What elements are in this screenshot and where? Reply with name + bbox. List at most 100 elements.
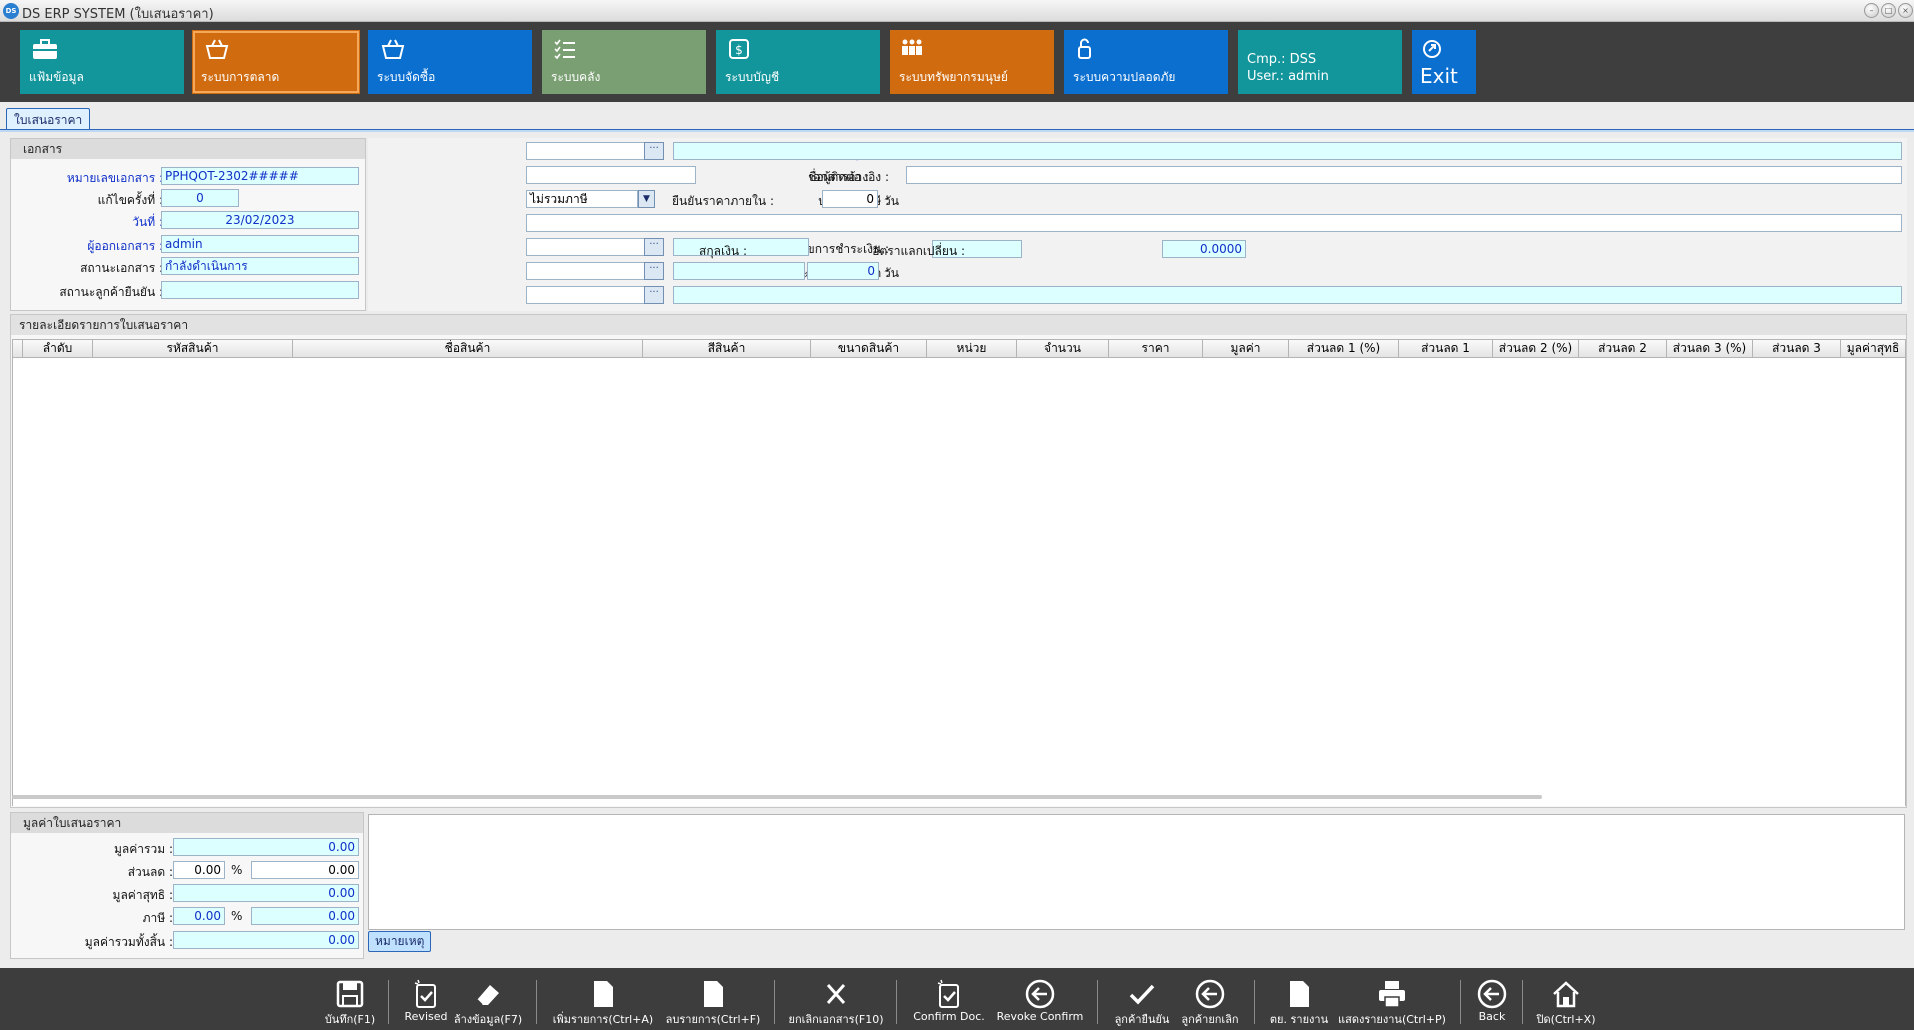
revision-label: แก้ไขครั้งที่ : [97, 193, 163, 207]
customer-name-field[interactable] [673, 142, 1902, 160]
toolbar-separator [1254, 980, 1255, 1024]
close-window-button[interactable]: × [1898, 3, 1913, 18]
minimize-button[interactable]: – [1864, 3, 1879, 18]
column-header[interactable]: ส่วนลด 3 [1753, 340, 1841, 357]
net-field[interactable]: 0.00 [173, 884, 359, 902]
tab-notes[interactable]: หมายเหตุ [368, 931, 432, 952]
column-header[interactable]: ขนาดสินค้า [811, 340, 927, 357]
tile-security[interactable]: ระบบความปลอดภัย [1064, 30, 1228, 94]
column-header[interactable]: หน่วย [927, 340, 1017, 357]
column-header[interactable]: ส่วนลด 3 (%) [1667, 340, 1753, 357]
toolbar-separator [774, 980, 775, 1024]
payment-code-field[interactable] [526, 238, 646, 256]
exit-button[interactable]: Exit [1412, 30, 1476, 94]
printer-icon [1379, 981, 1405, 1008]
credit-term-name-field[interactable] [673, 262, 805, 280]
price-valid-days-field[interactable]: 0 [822, 190, 878, 208]
column-header[interactable]: ส่วนลด 1 [1399, 340, 1493, 357]
column-header[interactable]: มูลค่า [1203, 340, 1289, 357]
clipboard-check-icon [937, 979, 959, 1008]
tile-human-resources[interactable]: ระบบทรัพยากรมนุษย์ [890, 30, 1054, 94]
maximize-button[interactable]: □ [1881, 3, 1896, 18]
delete-item-button[interactable]: ลบรายการ(Ctrl+F) [660, 978, 766, 1028]
column-header[interactable]: รหัสสินค้า [93, 340, 293, 357]
confirm-document-button[interactable]: Confirm Doc. [906, 978, 992, 1023]
column-header[interactable]: มูลค่าสุทธิ [1841, 340, 1905, 357]
doc-no-field[interactable]: PPHQOT-2302##### [161, 167, 359, 185]
salesman-lookup-button[interactable]: ··· [644, 286, 664, 304]
column-header[interactable]: ส่วนลด 2 [1579, 340, 1667, 357]
customer-status-field[interactable] [161, 281, 359, 299]
credit-days-field[interactable]: 0 [807, 262, 879, 280]
close-button[interactable]: ปิด(Ctrl+X) [1532, 978, 1600, 1028]
tile-marketing[interactable]: ระบบการตลาด [192, 30, 360, 94]
contact-field[interactable] [906, 166, 1902, 184]
chevron-down-icon[interactable]: ▼ [638, 190, 655, 208]
column-header[interactable]: ชื่อสินค้า [293, 340, 643, 357]
tile-purchasing[interactable]: ระบบจัดซื้อ [368, 30, 532, 94]
column-header[interactable]: ลำดับ [23, 340, 93, 357]
tax-type-select[interactable]: ไม่รวมภาษี [526, 190, 638, 208]
home-icon [1553, 981, 1579, 1008]
panel-header: เอกสาร [11, 139, 365, 159]
arrow-left-circle-icon [1025, 979, 1055, 1009]
ref-doc-field[interactable] [526, 166, 696, 184]
payment-lookup-button[interactable]: ··· [644, 238, 664, 256]
column-header[interactable]: ส่วนลด 1 (%) [1289, 340, 1399, 357]
column-header[interactable]: ราคา [1109, 340, 1203, 357]
report-example-button[interactable]: ตย. รายงาน [1264, 978, 1334, 1028]
notes-textarea[interactable] [368, 814, 1905, 930]
cancel-document-button[interactable]: ยกเลิกเอกสาร(F10) [784, 978, 888, 1028]
revised-button[interactable]: Revised [400, 978, 452, 1023]
tax-amount-field[interactable]: 0.00 [251, 907, 359, 925]
grid-header-row: ลำดับ รหัสสินค้า ชื่อสินค้า สีสินค้า ขนา… [12, 339, 1906, 358]
date-field[interactable]: 23/02/2023 [161, 211, 359, 229]
discount-pct-field[interactable]: 0.00 [173, 861, 225, 879]
back-button[interactable]: Back [1470, 978, 1514, 1023]
column-header[interactable]: สีสินค้า [643, 340, 811, 357]
total-field[interactable]: 0.00 [173, 838, 359, 856]
customer-lookup-button[interactable]: ··· [644, 142, 664, 160]
tile-accounting[interactable]: $ ระบบบัญชี [716, 30, 880, 94]
save-button[interactable]: บันทึก(F1) [322, 978, 378, 1028]
print-report-button[interactable]: แสดงรายงาน(Ctrl+P) [1336, 978, 1448, 1028]
window-title: DS ERP SYSTEM (ใบเสนอราคา) [22, 7, 214, 22]
document-panel: เอกสาร หมายเลขเอกสาร : PPHQOT-2302##### … [10, 138, 366, 311]
tile-master-data[interactable]: แฟ้มข้อมูล [20, 30, 184, 94]
app-logo: DS [3, 3, 19, 19]
exit-icon [1423, 40, 1441, 58]
panel-header: รายละเอียดรายการใบเสนอราคา [11, 315, 1906, 335]
add-item-button[interactable]: เพิ่มรายการ(Ctrl+A) [550, 978, 656, 1028]
customer-code-field[interactable] [526, 142, 646, 160]
company-user-tile: Cmp.: DSS User.: admin [1238, 30, 1402, 94]
document-icon [1290, 981, 1309, 1007]
module-ribbon: แฟ้มข้อมูล ระบบการตลาด ระบบจัดซื้อ ระบบค… [0, 22, 1914, 102]
tile-label: ระบบจัดซื้อ [377, 70, 436, 84]
ship-to-field[interactable] [526, 214, 1902, 232]
checklist-icon [554, 39, 575, 60]
discount-amount-field[interactable]: 0.00 [251, 861, 359, 879]
customer-cancel-button[interactable]: ลูกค้ายกเลิก [1176, 978, 1244, 1028]
tax-pct-field[interactable]: 0.00 [173, 907, 225, 925]
revision-field[interactable]: 0 [161, 189, 239, 207]
salesman-name-field[interactable] [673, 286, 1902, 304]
grand-total-field[interactable]: 0.00 [173, 931, 359, 949]
credit-term-code-field[interactable] [526, 262, 646, 280]
column-header[interactable]: ส่วนลด 2 (%) [1493, 340, 1579, 357]
tile-warehouse[interactable]: ระบบคลัง [542, 30, 706, 94]
customer-confirm-button[interactable]: ลูกค้ายืนยัน [1108, 978, 1176, 1028]
salesman-code-field[interactable] [526, 286, 646, 304]
tax-label: ภาษี : [142, 911, 173, 925]
issuer-field[interactable]: admin [161, 235, 359, 253]
user-label: User.: admin [1247, 69, 1329, 84]
status-field[interactable]: กำลังดำเนินการ [161, 257, 359, 275]
horizontal-scrollbar[interactable] [12, 795, 1542, 799]
credit-term-lookup-button[interactable]: ··· [644, 262, 664, 280]
column-header[interactable]: จำนวน [1017, 340, 1109, 357]
detail-grid-body[interactable] [12, 358, 1906, 806]
toolbar-separator [1522, 980, 1523, 1024]
exchange-rate-field[interactable]: 0.0000 [1162, 240, 1246, 258]
money-icon: $ [729, 39, 749, 59]
revoke-confirm-button[interactable]: Revoke Confirm [992, 978, 1088, 1023]
clear-button[interactable]: ล้างข้อมูล(F7) [452, 978, 524, 1028]
